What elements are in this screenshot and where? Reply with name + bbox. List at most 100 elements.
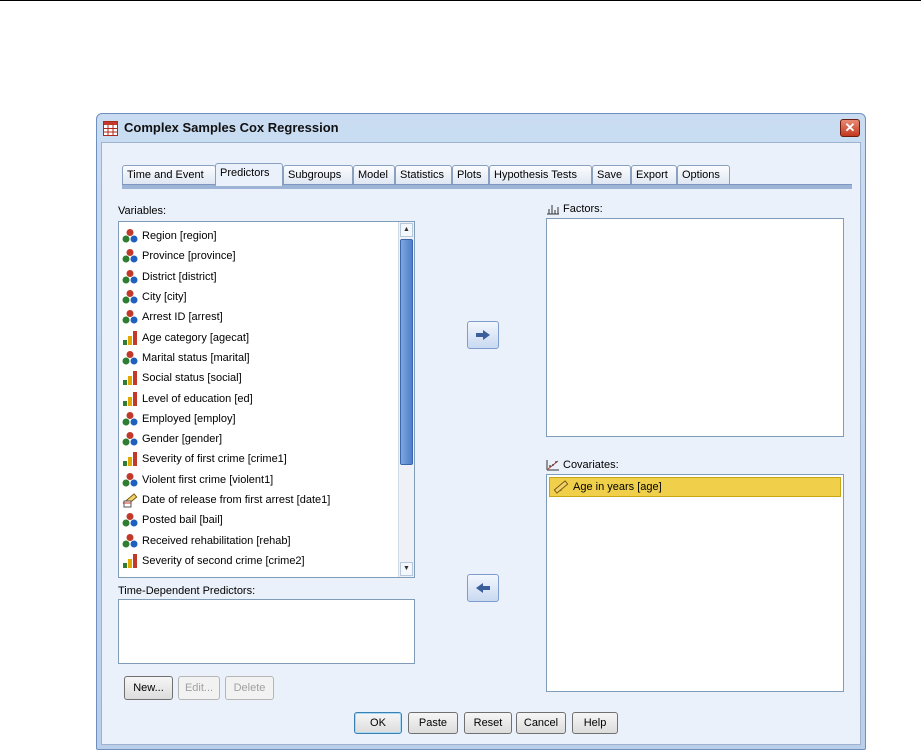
tab-subgroups[interactable]: Subgroups xyxy=(283,165,353,184)
variables-scrollbar[interactable]: ▲ ▼ xyxy=(398,222,414,577)
covariates-label-row: Covariates: xyxy=(546,459,619,471)
app-icon xyxy=(103,121,118,136)
move-to-factors-button[interactable] xyxy=(467,321,499,349)
time-dependent-label: Time-Dependent Predictors: xyxy=(118,585,256,597)
time-dependent-list[interactable] xyxy=(118,599,415,664)
ordinal-icon xyxy=(123,553,137,568)
variable-item[interactable]: Province [province] xyxy=(119,246,399,266)
arrow-right-icon xyxy=(476,330,490,340)
close-button[interactable]: ✕ xyxy=(840,119,860,137)
variable-label: Date of release from first arrest [date1… xyxy=(142,494,331,506)
cancel-button[interactable]: Cancel xyxy=(516,712,566,734)
tab-label: Hypothesis Tests xyxy=(494,169,577,181)
variable-item[interactable]: Gender [gender] xyxy=(119,429,399,449)
delete-button[interactable]: Delete xyxy=(225,676,274,700)
tab-time-and-event[interactable]: Time and Event xyxy=(122,165,216,184)
ordinal-icon xyxy=(123,391,137,406)
nominal-icon xyxy=(122,350,138,365)
variable-item[interactable]: Severity of second crime [crime2] xyxy=(119,551,399,571)
tab-options[interactable]: Options xyxy=(677,165,730,184)
variable-item[interactable]: Received rehabilitation [rehab] xyxy=(119,530,399,550)
variable-item[interactable]: Posted bail [bail] xyxy=(119,510,399,530)
scroll-thumb[interactable] xyxy=(400,239,413,465)
ordinal-icon xyxy=(123,330,137,345)
variable-item[interactable]: Violent first crime [violent1] xyxy=(119,470,399,490)
tab-label: Model xyxy=(358,169,388,181)
tab-label: Statistics xyxy=(400,169,445,181)
tab-label: Options xyxy=(682,169,720,181)
covariates-list[interactable]: Age in years [age] xyxy=(546,474,844,692)
cancel-button-label: Cancel xyxy=(523,717,559,729)
tab-label: Plots xyxy=(457,169,482,181)
ok-button-label: OK xyxy=(370,717,386,729)
new-button-label: New... xyxy=(133,682,164,694)
variable-label: Province [province] xyxy=(142,250,236,263)
edit-button-label: Edit... xyxy=(184,682,214,694)
move-from-covariates-button[interactable] xyxy=(467,574,499,602)
variable-item[interactable]: City [city] xyxy=(119,287,399,307)
nominal-icon xyxy=(122,472,138,487)
page-rule xyxy=(0,0,921,1)
close-icon: ✕ xyxy=(844,120,856,135)
dialog-body: Time and Event Predictors Subgroups Mode… xyxy=(101,142,861,745)
delete-button-label: Delete xyxy=(233,682,266,694)
variables-list[interactable]: Region [region] Province [province] Distri… xyxy=(118,221,415,578)
tab-model[interactable]: Model xyxy=(353,165,395,184)
variable-label: Violent first crime [violent1] xyxy=(142,473,274,486)
variable-item[interactable]: Severity of first crime [crime1] xyxy=(119,449,399,469)
tab-statistics[interactable]: Statistics xyxy=(395,165,452,184)
factors-label-row: Factors: xyxy=(546,203,603,215)
variable-item[interactable]: Employed [employ] xyxy=(119,409,399,429)
edit-button[interactable]: Edit... xyxy=(178,676,220,700)
variable-item[interactable]: Date of release from first arrest [date1… xyxy=(119,490,399,510)
variable-item[interactable]: Social status [social] xyxy=(119,368,399,388)
tab-plots[interactable]: Plots xyxy=(452,165,489,184)
variable-item[interactable]: Level of education [ed] xyxy=(119,388,399,408)
nominal-icon xyxy=(122,411,138,426)
nominal-icon xyxy=(122,310,138,324)
covariate-item[interactable]: Age in years [age] xyxy=(549,477,841,497)
scale-date-icon xyxy=(122,493,138,508)
new-button[interactable]: New... xyxy=(124,676,173,700)
nominal-icon xyxy=(122,249,138,263)
variable-label: Region [region] xyxy=(142,230,217,243)
scroll-down-icon[interactable]: ▼ xyxy=(400,562,413,576)
variable-item[interactable]: Region [region] xyxy=(119,226,399,246)
tab-predictors[interactable]: Predictors xyxy=(215,163,283,186)
variable-item[interactable]: District [district] xyxy=(119,267,399,287)
variable-label: Received rehabilitation [rehab] xyxy=(142,534,291,547)
variable-item[interactable]: Age category [agecat] xyxy=(119,327,399,347)
variable-label: Arrest ID [arrest] xyxy=(142,311,223,324)
factors-list[interactable] xyxy=(546,218,844,437)
tab-label: Export xyxy=(636,169,668,181)
covariates-icon xyxy=(546,460,559,471)
title-bar[interactable]: Complex Samples Cox Regression ✕ xyxy=(97,114,865,142)
factors-label: Factors: xyxy=(563,203,603,215)
variables-label: Variables: xyxy=(118,205,167,217)
variable-label: Marital status [marital] xyxy=(142,351,250,364)
variable-label: Employed [employ] xyxy=(142,412,236,425)
help-button[interactable]: Help xyxy=(572,712,618,734)
tab-hypothesis-tests[interactable]: Hypothesis Tests xyxy=(489,165,592,184)
tab-export[interactable]: Export xyxy=(631,165,677,184)
nominal-icon xyxy=(122,432,138,446)
paste-button[interactable]: Paste xyxy=(408,712,458,734)
tab-label: Save xyxy=(597,169,623,181)
nominal-icon xyxy=(122,269,138,284)
tab-save[interactable]: Save xyxy=(592,165,631,184)
variable-label: Gender [gender] xyxy=(142,433,223,446)
scale-icon xyxy=(553,480,569,494)
ok-button[interactable]: OK xyxy=(354,712,402,734)
scroll-up-icon[interactable]: ▲ xyxy=(400,223,413,237)
variable-label: District [district] xyxy=(142,270,217,283)
variable-label: City [city] xyxy=(142,291,187,304)
variable-item[interactable]: Arrest ID [arrest] xyxy=(119,307,399,327)
tab-label: Predictors xyxy=(220,167,270,179)
reset-button[interactable]: Reset xyxy=(464,712,512,734)
help-button-label: Help xyxy=(583,717,607,729)
reset-button-label: Reset xyxy=(473,717,503,729)
variable-item[interactable]: Marital status [marital] xyxy=(119,348,399,368)
nominal-icon xyxy=(122,513,138,527)
covariate-label: Age in years [age] xyxy=(573,481,662,493)
variable-label: Age category [agecat] xyxy=(142,331,250,344)
